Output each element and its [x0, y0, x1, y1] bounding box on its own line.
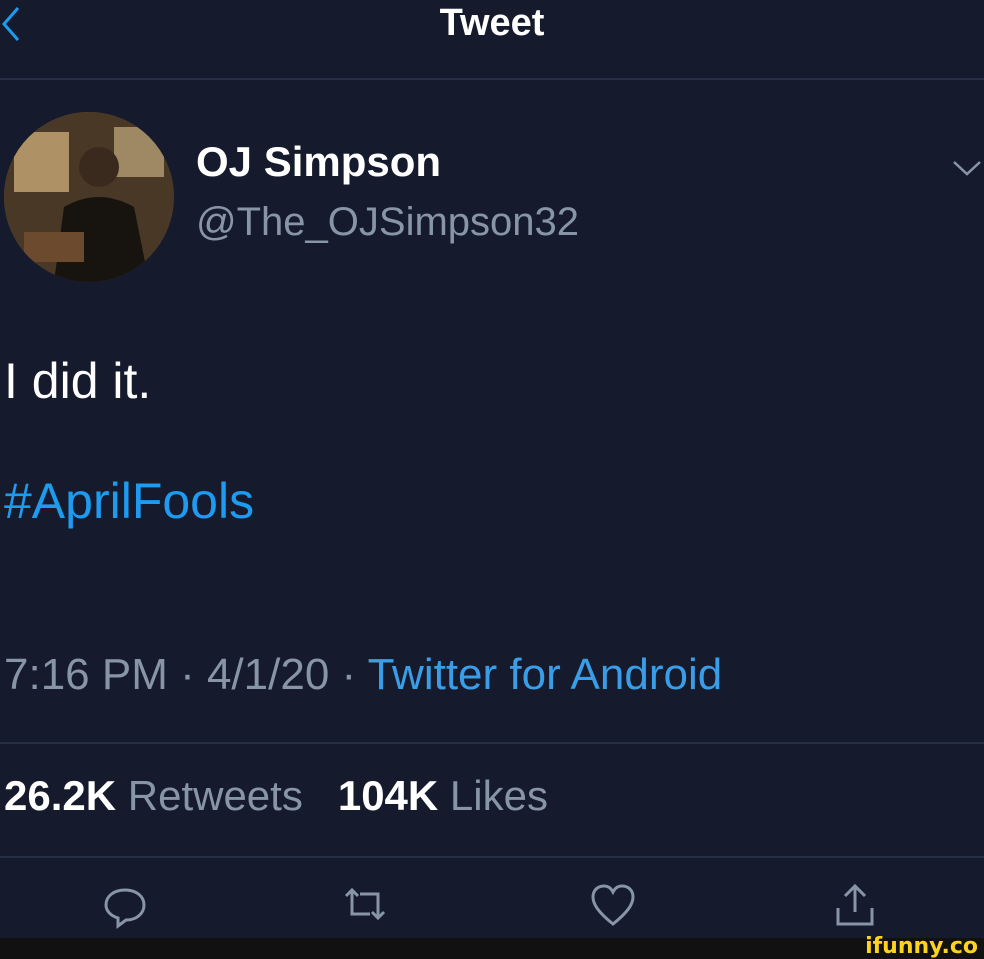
top-bar: Tweet: [0, 0, 984, 80]
likes-count: 104K: [337, 772, 439, 819]
avatar[interactable]: [4, 112, 174, 282]
retweets-count: 26.2K: [4, 772, 117, 819]
hashtag-link[interactable]: #AprilFools: [4, 472, 254, 530]
watermark-bar: ifunny.co: [0, 934, 984, 959]
retweet-icon[interactable]: [340, 880, 390, 930]
page-title: Tweet: [439, 2, 545, 44]
likes-stat[interactable]: 104K Likes: [338, 772, 548, 819]
retweets-label: Retweets: [127, 772, 303, 819]
like-icon[interactable]: [588, 880, 638, 930]
action-bar: [0, 880, 984, 940]
tweet-timestamp: 7:16 PM · 4/1/20 ·: [4, 650, 368, 699]
user-name[interactable]: OJ Simpson: [196, 138, 441, 186]
share-icon[interactable]: [830, 880, 880, 930]
ifunny-watermark: ifunny.co: [865, 934, 978, 959]
divider: [0, 742, 984, 744]
tweet-meta: 7:16 PM · 4/1/20 · Twitter for Android: [4, 650, 722, 700]
tweet-stats: 26.2K Retweets 104K Likes: [4, 772, 548, 820]
tweet-text: I did it.: [4, 353, 152, 409]
likes-label: Likes: [449, 772, 548, 819]
reply-icon[interactable]: [100, 880, 150, 930]
divider: [0, 856, 984, 858]
user-handle[interactable]: @The_OJSimpson32: [196, 200, 579, 245]
chevron-down-icon[interactable]: [950, 156, 984, 180]
tweet-source-link[interactable]: Twitter for Android: [368, 650, 723, 699]
retweets-stat[interactable]: 26.2K Retweets: [4, 772, 303, 819]
